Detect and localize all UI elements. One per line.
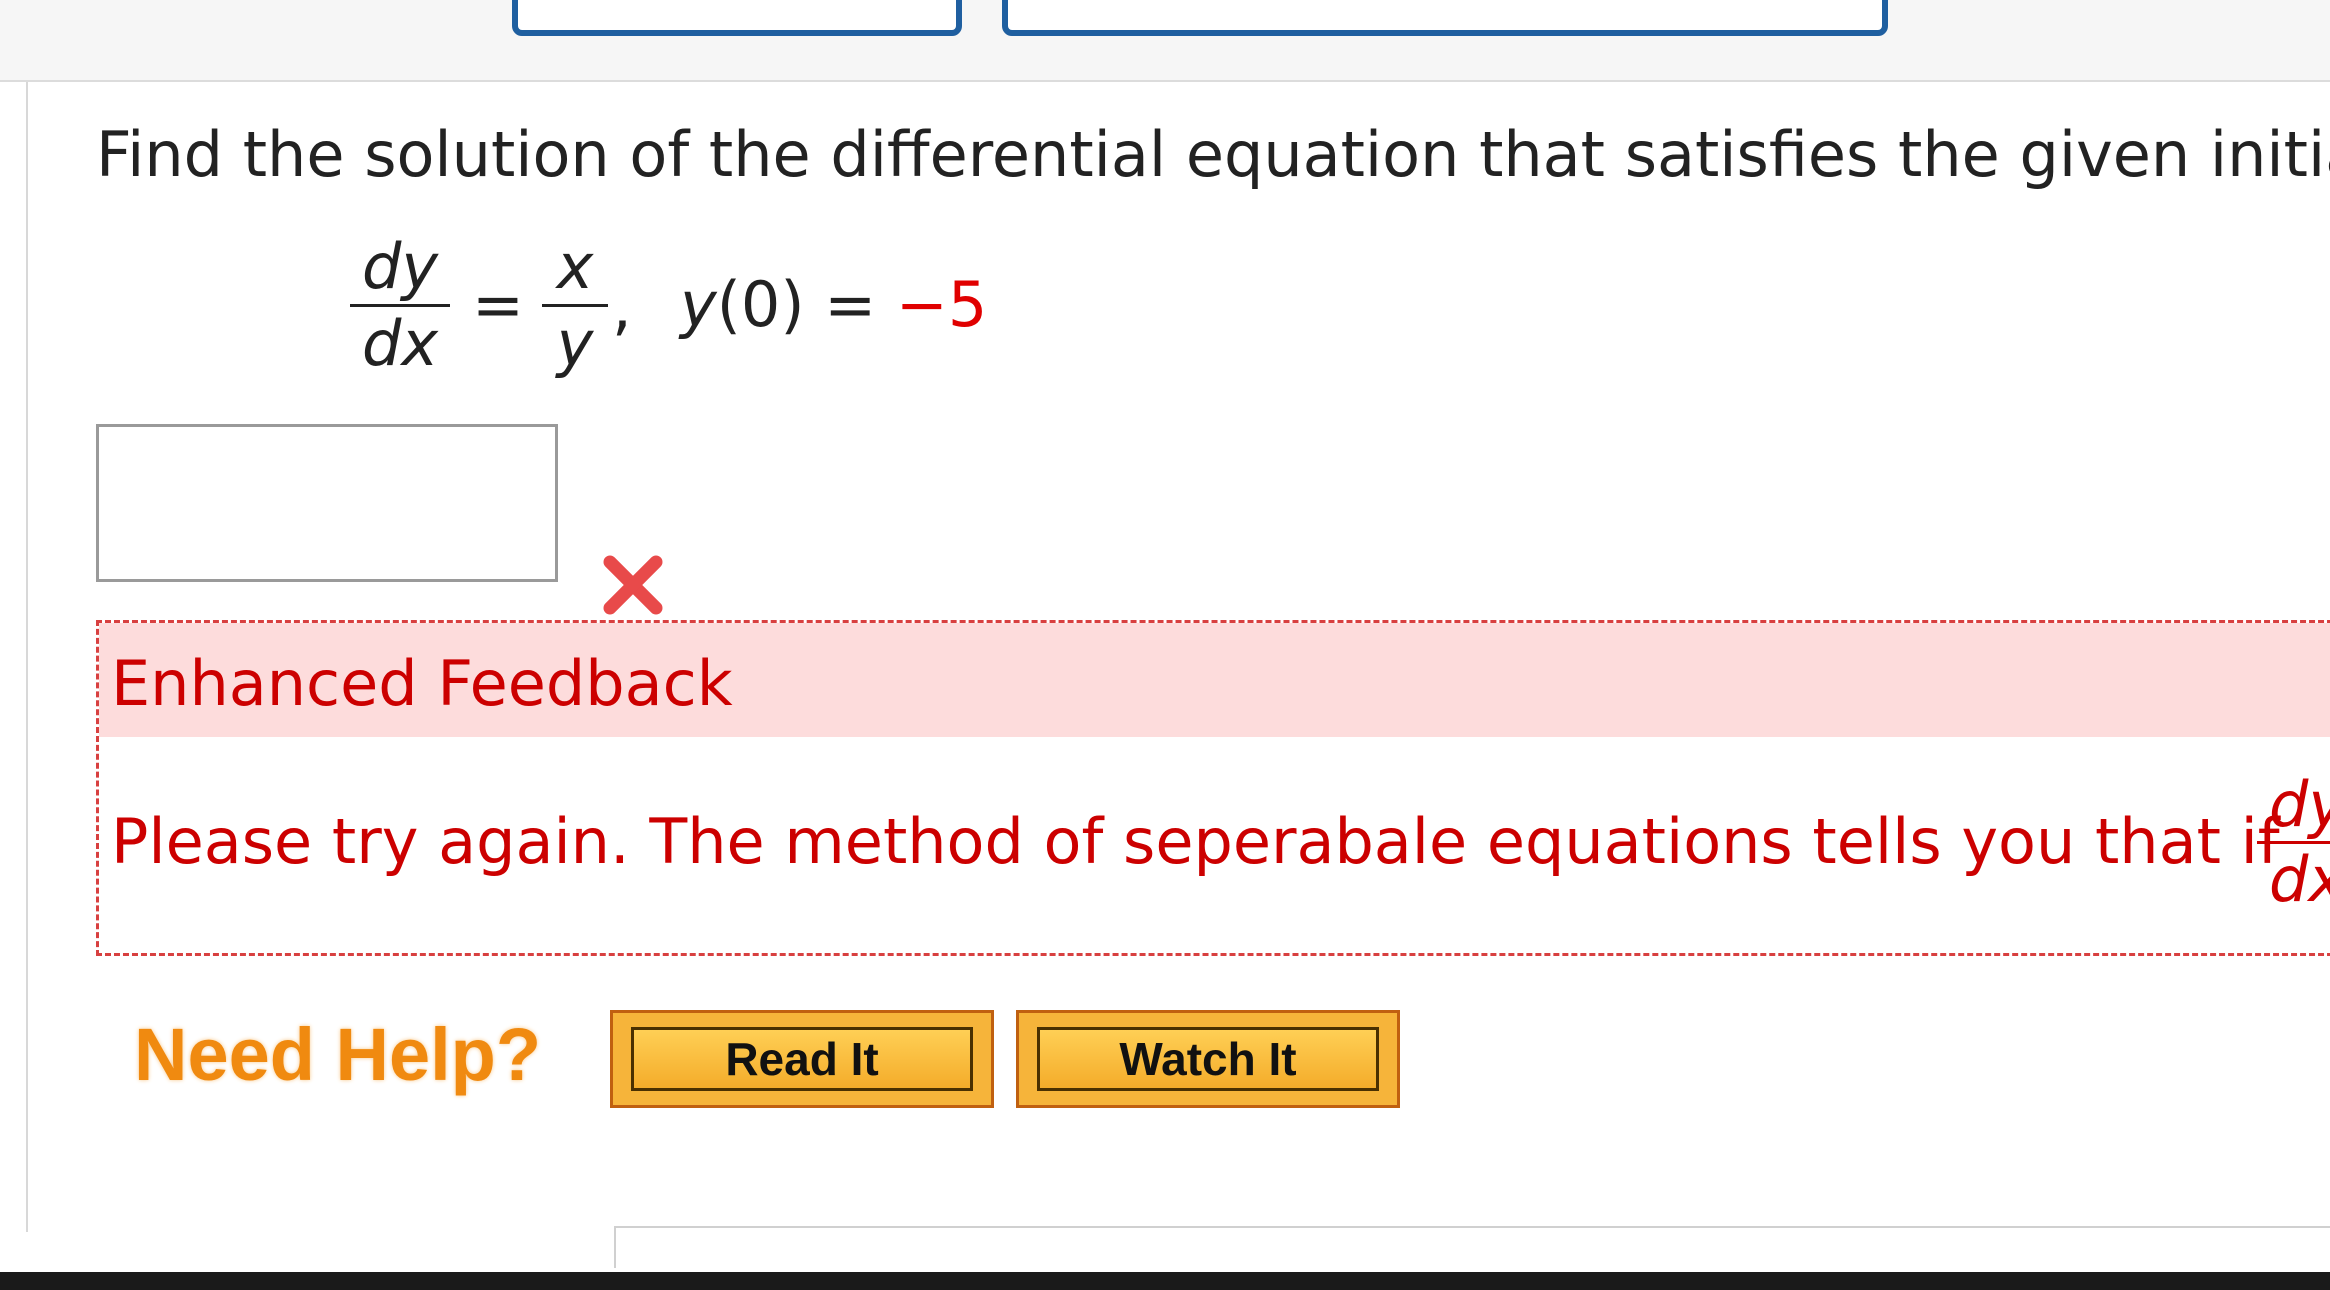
x-y-fraction: x y <box>542 232 608 379</box>
equation-separator: , <box>612 270 632 343</box>
need-help-label: Need Help? <box>134 1013 542 1096</box>
initial-condition: y(0) = −5 <box>680 268 987 341</box>
toolbar-button-1[interactable] <box>512 0 962 36</box>
initial-argument: (0) <box>716 268 805 341</box>
wrong-x-icon <box>603 555 663 615</box>
question-prompt: Find the solution of the differential eq… <box>96 118 2330 191</box>
answer-input[interactable] <box>96 424 558 582</box>
initial-function: y <box>680 268 717 341</box>
watch-it-label: Watch It <box>1037 1027 1379 1091</box>
dy-dx-fraction: dy dx <box>350 232 450 379</box>
read-it-label: Read It <box>631 1027 973 1091</box>
fraction-numerator: x <box>556 230 594 303</box>
initial-value: −5 <box>895 268 988 341</box>
enhanced-feedback-panel: Enhanced Feedback Please try again. The … <box>96 620 2330 956</box>
fraction-denominator: y <box>556 307 594 380</box>
content-left-border <box>26 82 28 1232</box>
initial-equals: = <box>804 268 896 341</box>
feedback-message: Please try again. The method of seperaba… <box>111 805 2280 878</box>
feedback-dy-dx-fraction: dy dx <box>2257 771 2330 914</box>
fraction-denominator: dx <box>361 307 439 380</box>
feedback-header: Enhanced Feedback <box>99 623 2330 737</box>
system-taskbar <box>0 1272 2330 1290</box>
equals-sign: = <box>472 268 524 341</box>
next-question-panel-edge <box>614 1226 2330 1268</box>
watch-it-button[interactable]: Watch It <box>1016 1010 1400 1108</box>
top-toolbar <box>0 0 2330 82</box>
feedback-title: Enhanced Feedback <box>111 647 733 720</box>
read-it-button[interactable]: Read It <box>610 1010 994 1108</box>
fraction-numerator: dy <box>361 230 439 303</box>
fraction-numerator: dy <box>2268 768 2330 841</box>
page: Find the solution of the differential eq… <box>0 0 2330 1290</box>
toolbar-button-2[interactable] <box>1002 0 1888 36</box>
fraction-denominator: dx <box>2268 843 2330 916</box>
